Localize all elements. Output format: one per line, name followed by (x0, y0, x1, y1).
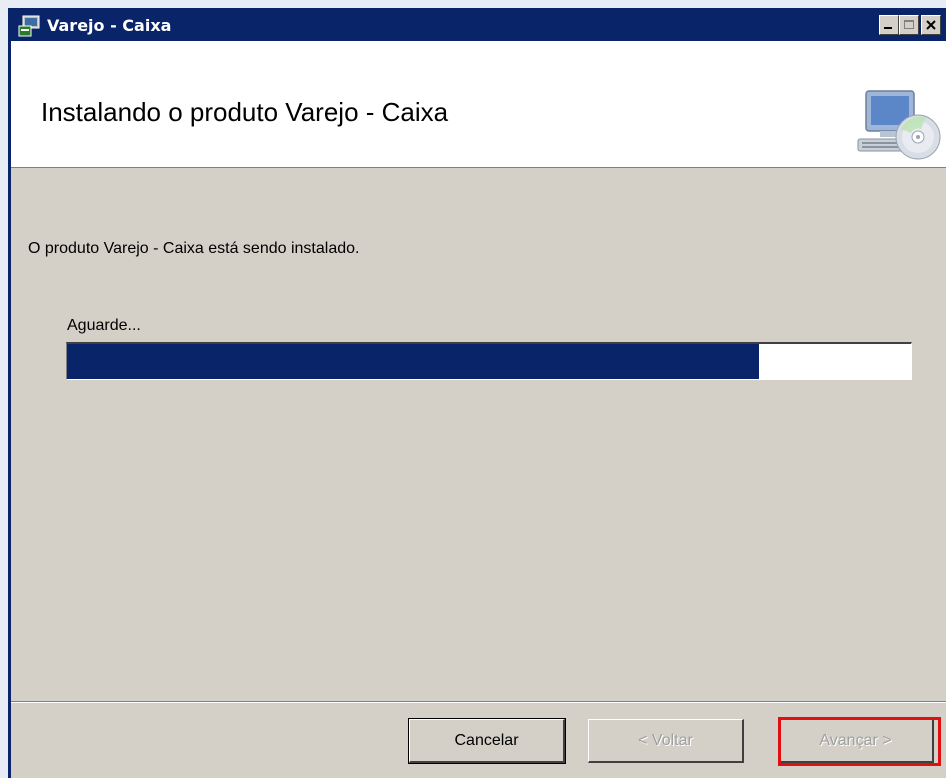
close-icon (926, 20, 936, 30)
back-button[interactable]: < Voltar (588, 719, 744, 763)
footer-divider-highlight (11, 702, 946, 703)
page-title: Instalando o produto Varejo - Caixa (41, 97, 449, 127)
install-progress-bar (66, 342, 912, 380)
maximize-icon (904, 20, 914, 29)
status-message: O produto Varejo - Caixa está sendo inst… (28, 240, 360, 257)
computer-cd-icon (857, 90, 941, 160)
maximize-button[interactable] (899, 15, 919, 35)
close-button[interactable] (921, 15, 941, 35)
next-button[interactable]: Avançar > (778, 719, 934, 763)
minimize-button[interactable] (879, 15, 899, 35)
cancel-button[interactable]: Cancelar (408, 718, 566, 764)
window-title: Varejo - Caixa (47, 16, 172, 35)
progress-fill (67, 344, 760, 379)
installer-window: Varejo - Caixa Instalando o produto Vare… (8, 8, 946, 778)
title-bar[interactable]: Varejo - Caixa (11, 11, 946, 41)
progress-label: Aguarde... (67, 317, 141, 334)
installer-icon (18, 15, 40, 37)
minimize-icon (884, 27, 892, 29)
wizard-header: Instalando o produto Varejo - Caixa (11, 41, 946, 168)
